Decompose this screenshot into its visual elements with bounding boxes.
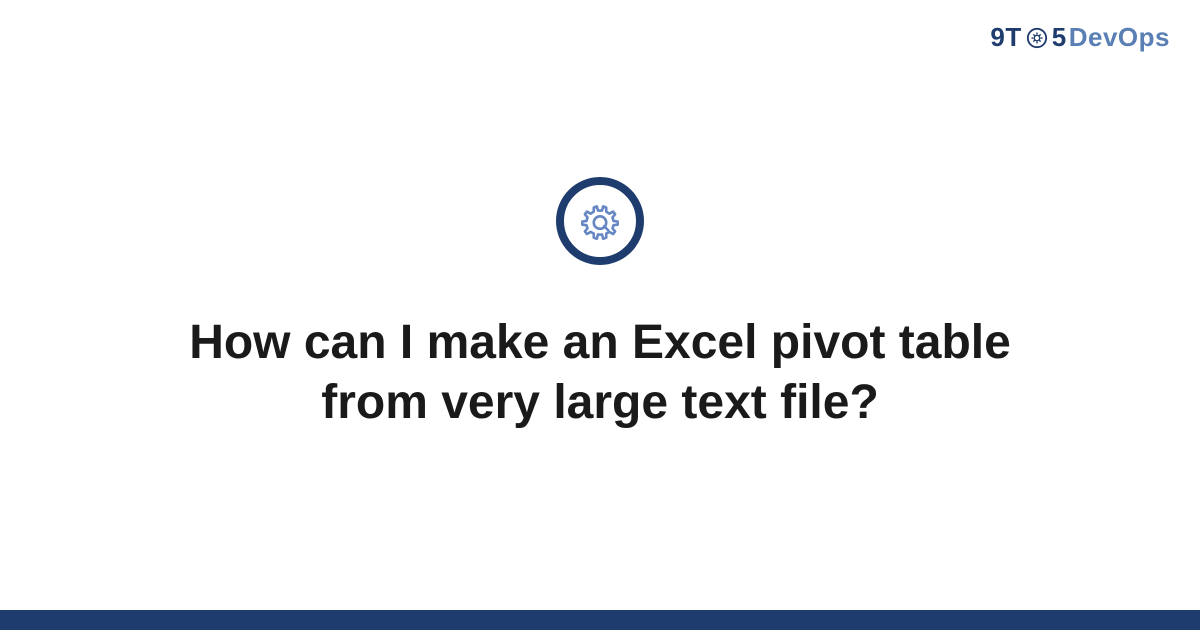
footer-bar	[0, 610, 1200, 630]
main-content: How can I make an Excel pivot table from…	[0, 0, 1200, 630]
center-gear-icon	[556, 177, 644, 265]
page-title: How can I make an Excel pivot table from…	[140, 313, 1060, 433]
